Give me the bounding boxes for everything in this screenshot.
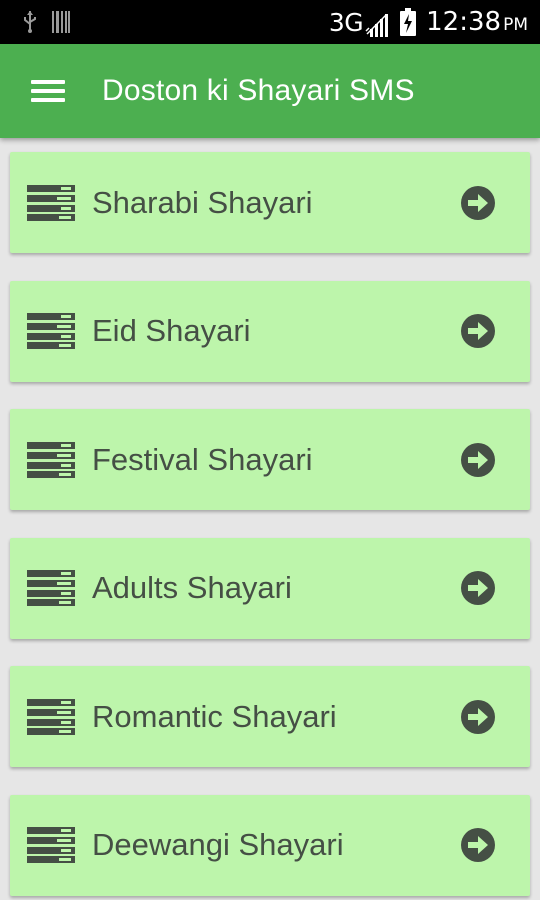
category-label: Festival Shayari — [92, 441, 313, 477]
clock-time: 12:38 — [426, 7, 502, 37]
category-card-1[interactable]: Sharabi Shayari — [10, 152, 530, 253]
status-bar-right: 3G 12:38 PM — [329, 7, 528, 37]
list-lines-icon — [27, 698, 75, 735]
app-bar: Doston ki Shayari SMS — [0, 44, 540, 138]
arrow-right-circle-icon[interactable] — [459, 441, 497, 479]
list-lines-icon — [27, 313, 75, 349]
list-lines-icon — [27, 441, 75, 478]
arrow-right-circle-icon[interactable] — [459, 698, 497, 736]
arrow-right-circle-icon[interactable] — [459, 312, 497, 350]
app-title: Doston ki Shayari SMS — [102, 74, 415, 107]
arrow-right-circle-icon[interactable] — [459, 569, 497, 607]
clock: 12:38 PM — [426, 7, 528, 37]
barcode-icon — [52, 11, 70, 33]
status-bar-left — [22, 10, 70, 34]
list-lines-icon — [27, 827, 75, 863]
category-label: Adults Shayari — [92, 570, 292, 605]
battery-charging-icon — [400, 8, 417, 36]
category-card-4[interactable]: Adults Shayari — [10, 537, 530, 639]
category-label: Romantic Shayari — [92, 698, 337, 734]
category-card-3[interactable]: Festival Shayari — [10, 409, 530, 510]
category-label: Eid Shayari — [92, 313, 251, 348]
category-card-5[interactable]: Romantic Shayari — [10, 666, 530, 767]
clock-meridiem: PM — [503, 15, 528, 35]
category-card-6[interactable]: Deewangi Shayari — [10, 794, 530, 896]
list-lines-icon — [27, 570, 75, 606]
network-type: 3G — [328, 7, 364, 37]
hamburger-menu-icon[interactable] — [31, 78, 65, 104]
usb-icon — [24, 11, 36, 33]
list-lines-icon — [27, 184, 75, 221]
arrow-right-circle-icon[interactable] — [459, 184, 497, 222]
category-card-2[interactable]: Eid Shayari — [10, 280, 530, 382]
category-label: Deewangi Shayari — [92, 827, 344, 862]
category-label: Sharabi Shayari — [92, 184, 313, 220]
arrow-right-circle-icon[interactable] — [459, 826, 497, 864]
status-bar: 3G 12:38 PM — [0, 0, 540, 44]
signal-icon — [365, 13, 389, 37]
